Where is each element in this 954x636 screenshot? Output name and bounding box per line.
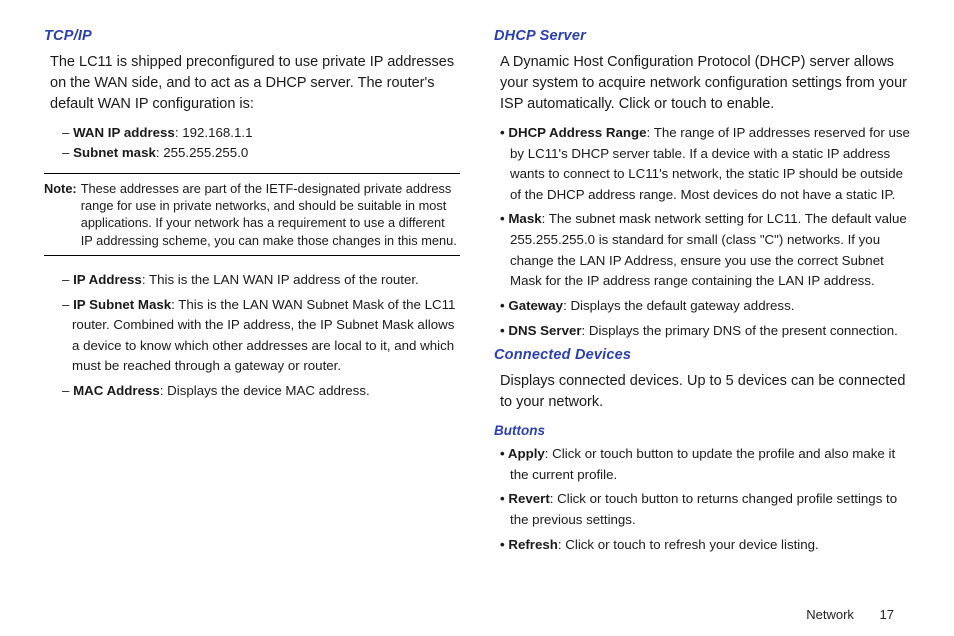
ip-address-item: IP Address: This is the LAN WAN IP addre…: [62, 270, 460, 291]
note-text: These addresses are part of the IETF-des…: [81, 180, 460, 249]
apply-label: Apply: [508, 446, 545, 461]
gateway-text: : Displays the default gateway address.: [563, 298, 794, 313]
refresh-label: Refresh: [508, 537, 558, 552]
mask-text: : The subnet mask network setting for LC…: [510, 211, 907, 288]
tcpip-intro: The LC11 is shipped preconfigured to use…: [50, 52, 460, 115]
right-column: DHCP Server A Dynamic Host Configuration…: [494, 28, 910, 561]
mac-address-label: MAC Address: [73, 383, 160, 398]
revert-text: : Click or touch button to returns chang…: [510, 491, 897, 527]
dns-label: DNS Server: [508, 323, 581, 338]
dns-text: : Displays the primary DNS of the presen…: [582, 323, 898, 338]
ip-subnet-mask-label: IP Subnet Mask: [73, 297, 171, 312]
footer-section: Network: [806, 607, 854, 622]
left-column: TCP/IP The LC11 is shipped preconfigured…: [44, 28, 460, 561]
ip-subnet-mask-item: IP Subnet Mask: This is the LAN WAN Subn…: [62, 295, 460, 377]
wan-ip-label: WAN IP address: [73, 125, 175, 140]
subnet-value: : 255.255.255.0: [156, 145, 248, 160]
refresh-item: Refresh: Click or touch to refresh your …: [500, 535, 910, 556]
mac-address-item: MAC Address: Displays the device MAC add…: [62, 381, 460, 402]
ip-address-text: : This is the LAN WAN IP address of the …: [142, 272, 419, 287]
mask-item: Mask: The subnet mask network setting fo…: [500, 209, 910, 291]
heading-tcpip: TCP/IP: [44, 28, 460, 44]
dhcp-range-item: DHCP Address Range: The range of IP addr…: [500, 123, 910, 205]
revert-item: Revert: Click or touch button to returns…: [500, 489, 910, 530]
subnet-label: Subnet mask: [73, 145, 156, 160]
dhcp-settings-list: DHCP Address Range: The range of IP addr…: [500, 123, 910, 341]
heading-dhcp: DHCP Server: [494, 28, 910, 44]
connected-devices-text: Displays connected devices. Up to 5 devi…: [500, 371, 910, 413]
note-label: Note:: [44, 180, 81, 249]
refresh-text: : Click or touch to refresh your device …: [558, 537, 819, 552]
two-column-layout: TCP/IP The LC11 is shipped preconfigured…: [44, 28, 910, 561]
dns-item: DNS Server: Displays the primary DNS of …: [500, 321, 910, 342]
wan-config-list: WAN IP address: 192.168.1.1 Subnet mask:…: [62, 123, 460, 163]
apply-text: : Click or touch button to update the pr…: [510, 446, 895, 482]
note-box: Note: These addresses are part of the IE…: [44, 173, 460, 256]
gateway-item: Gateway: Displays the default gateway ad…: [500, 296, 910, 317]
page-footer: Network 17: [806, 607, 894, 622]
gateway-label: Gateway: [508, 298, 563, 313]
ip-address-label: IP Address: [73, 272, 142, 287]
lan-settings-list: IP Address: This is the LAN WAN IP addre…: [62, 270, 460, 402]
heading-connected-devices: Connected Devices: [494, 347, 910, 363]
wan-ip-value: : 192.168.1.1: [175, 125, 253, 140]
footer-page-number: 17: [880, 607, 894, 622]
revert-label: Revert: [508, 491, 549, 506]
buttons-list: Apply: Click or touch button to update t…: [500, 444, 910, 555]
subnet-item: Subnet mask: 255.255.255.0: [62, 143, 460, 163]
mask-label: Mask: [508, 211, 541, 226]
mac-address-text: : Displays the device MAC address.: [160, 383, 370, 398]
dhcp-range-label: DHCP Address Range: [508, 125, 646, 140]
dhcp-intro: A Dynamic Host Configuration Protocol (D…: [500, 52, 910, 115]
heading-buttons: Buttons: [494, 423, 910, 438]
wan-ip-item: WAN IP address: 192.168.1.1: [62, 123, 460, 143]
apply-item: Apply: Click or touch button to update t…: [500, 444, 910, 485]
